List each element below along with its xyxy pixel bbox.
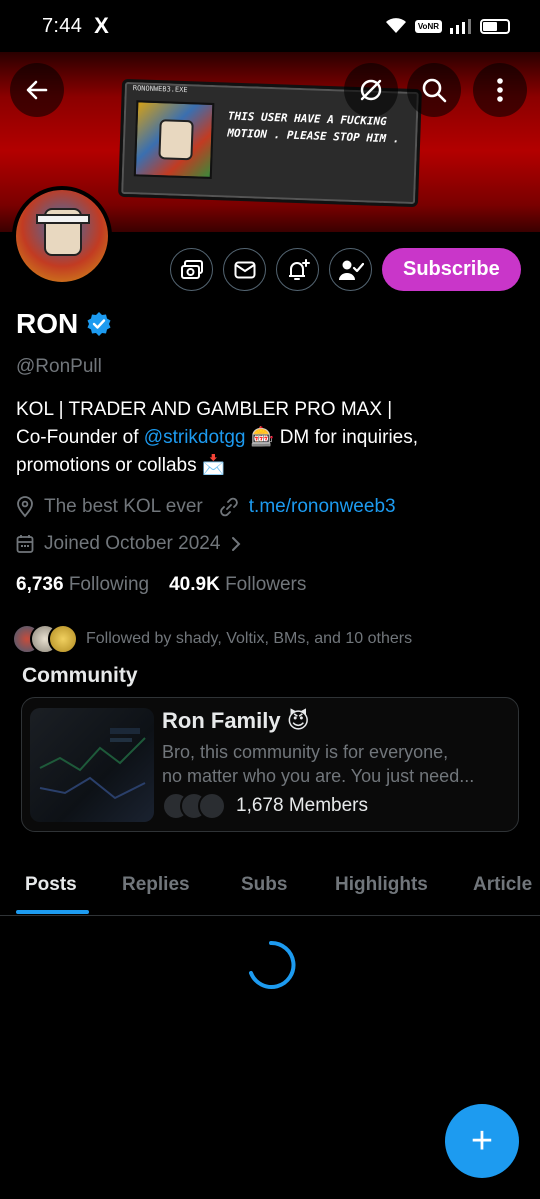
banner-pixel-face (158, 119, 194, 161)
vonr-badge: VoNR (414, 19, 442, 33)
back-button[interactable] (10, 63, 64, 117)
display-name: RON (16, 308, 79, 339)
community-name: Ron Family 😈 (162, 708, 310, 734)
plus-icon: + (470, 1119, 494, 1162)
profile-joined-row[interactable]: Joined October 2024 (16, 533, 242, 555)
slot-machine-emoji: 🎰 (250, 427, 275, 448)
member-avatars (162, 792, 226, 820)
following-count: 6,736 (16, 574, 64, 595)
bio-line-3: promotions or collabs 📩 (16, 452, 526, 480)
community-members-count: 1,678 Members (236, 795, 369, 816)
profile-avatar[interactable] (12, 186, 112, 286)
notifications-button[interactable] (276, 248, 319, 291)
status-bar: 7:44 X VoNR (0, 0, 540, 52)
banner-window-title: RONONWEB3.EXE (132, 84, 188, 95)
tab-posts[interactable]: Posts (25, 874, 77, 896)
community-name-text: Ron Family (162, 708, 281, 733)
profile-handle: @RonPull (16, 356, 102, 377)
status-time: 7:44 (42, 14, 83, 37)
calendar-icon (16, 535, 34, 553)
profile-bio: KOL | TRADER AND GAMBLER PRO MAX | Co-Fo… (16, 396, 526, 480)
signal-icon (450, 19, 471, 34)
battery-level (483, 21, 498, 31)
tab-replies[interactable]: Replies (122, 874, 190, 896)
followers-link[interactable]: 40.9K Followers (169, 574, 306, 596)
bell-plus-icon (288, 258, 310, 280)
chevron-right-icon (232, 537, 241, 551)
community-description: Bro, this community is for everyone, no … (162, 740, 512, 788)
loading-spinner-icon (249, 940, 296, 989)
subscribe-button[interactable]: Subscribe (382, 248, 521, 291)
community-members: 1,678 Members (162, 792, 368, 820)
envelope-icon (234, 261, 255, 278)
profile-tabs: Posts Replies Subs Highlights Article (0, 860, 540, 916)
search-button[interactable] (407, 63, 461, 117)
compose-post-button[interactable]: + (445, 1104, 519, 1178)
followers-count: 40.9K (169, 574, 220, 595)
avatar-headband (36, 214, 90, 224)
bio-mention-link[interactable]: @strikdotgg (144, 427, 246, 448)
community-thumbnail (30, 708, 154, 822)
tab-articles[interactable]: Article (473, 874, 532, 896)
profile-website-link[interactable]: t.me/rononweeb3 (249, 496, 396, 518)
tab-highlights[interactable]: Highlights (335, 874, 428, 896)
following-link[interactable]: 6,736 Following (16, 574, 149, 596)
community-card[interactable]: Ron Family 😈 Bro, this community is for … (21, 697, 519, 832)
member-avatar (198, 792, 226, 820)
more-options-button[interactable] (473, 63, 527, 117)
follow-counts: 6,736 Following 40.9K Followers (16, 574, 306, 596)
follower-avatar (48, 624, 78, 654)
profile-action-row: Subscribe (170, 248, 521, 291)
money-icon (180, 259, 203, 279)
bio-line-1: KOL | TRADER AND GAMBLER PRO MAX | (16, 399, 393, 420)
grok-button[interactable] (344, 63, 398, 117)
community-section-title: Community (22, 664, 138, 687)
location-pin-icon (17, 496, 33, 518)
arrow-left-icon (26, 80, 48, 100)
envelope-emoji: 📩 (201, 455, 226, 476)
bio-text: Co-Founder of (16, 427, 144, 448)
message-button[interactable] (223, 248, 266, 291)
person-check-icon (338, 260, 364, 280)
followed-by-avatars (12, 624, 78, 654)
verified-badge-icon[interactable] (86, 311, 112, 337)
active-tab-indicator (16, 910, 89, 914)
community-description-line: Bro, this community is for everyone, (162, 742, 449, 762)
bio-text: DM for inquiries, (274, 427, 419, 448)
followed-by-text: Followed by shady, Voltix, BMs, and 10 o… (86, 630, 413, 647)
following-label: Following (68, 574, 150, 595)
profile-meta-row: The best KOL ever t.me/rononweeb3 (16, 496, 396, 518)
community-description-line: no matter who you are. You just need... (162, 766, 475, 786)
wifi-icon (385, 18, 406, 33)
followers-label: Followers (225, 574, 307, 595)
following-button[interactable] (329, 248, 372, 291)
search-icon (422, 78, 447, 103)
profile-name-row: RON (16, 308, 112, 340)
profile-joined-date: Joined October 2024 (44, 533, 221, 554)
banner-pixel-art (133, 100, 215, 179)
more-vertical-icon (497, 78, 503, 102)
tip-button[interactable] (170, 248, 213, 291)
link-icon (219, 497, 238, 517)
bio-line-2: Co-Founder of @strikdotgg 🎰 DM for inqui… (16, 424, 526, 452)
profile-location: The best KOL ever (44, 496, 203, 517)
grok-icon (360, 79, 382, 101)
followed-by-row[interactable]: Followed by shady, Voltix, BMs, and 10 o… (12, 624, 412, 654)
bio-text: promotions or collabs (16, 455, 202, 476)
devil-emoji: 😈 (286, 708, 310, 733)
tab-subs[interactable]: Subs (241, 874, 287, 896)
status-icons: VoNR (385, 18, 510, 34)
battery-icon (480, 18, 510, 34)
x-app-icon: X (94, 13, 109, 38)
community-chart-art (39, 728, 146, 800)
